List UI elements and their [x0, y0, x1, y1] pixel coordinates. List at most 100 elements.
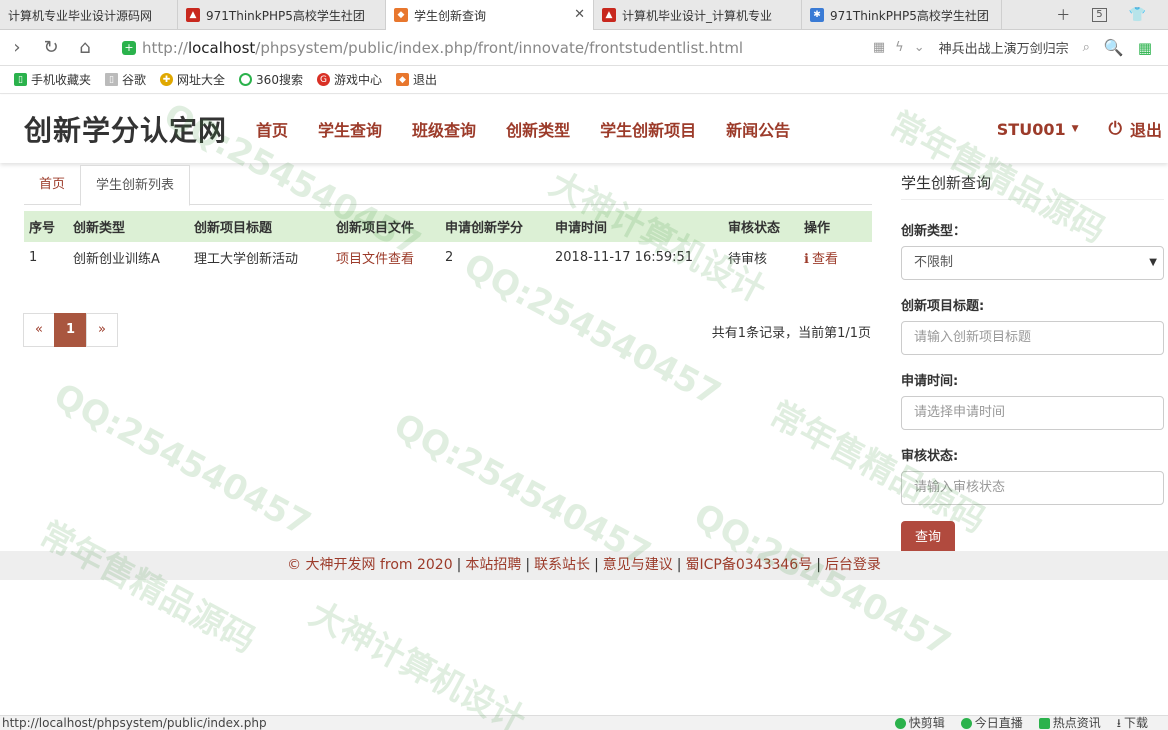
tab-count-badge[interactable]: 5 [1092, 7, 1107, 22]
status-item-news[interactable]: 热点资讯 [1038, 716, 1101, 730]
bookmark-label: 网址大全 [177, 73, 226, 87]
status-label: 下载 [1123, 716, 1148, 730]
search-hint[interactable]: 神兵出战上演万剑归宗 [939, 38, 1069, 57]
bookmark-label: 谷歌 [122, 73, 147, 87]
site-brand[interactable]: 创新学分认定网 [24, 109, 227, 149]
shirt-icon[interactable]: 👕 [1129, 7, 1146, 23]
status-label: 快剪辑 [908, 716, 945, 730]
watermark: 常年售精品源码 [32, 514, 262, 662]
tab-student-innovation-list[interactable]: 学生创新列表 [80, 165, 191, 206]
bookmark-site-directory[interactable]: ✚ 网址大全 [160, 71, 225, 88]
time-label: 申请时间: [901, 374, 959, 389]
col-header: 操作 [799, 211, 872, 242]
bookmark-label: 手机收藏夹 [31, 73, 92, 87]
footer-link-icp[interactable]: 蜀ICP备0343346号 [686, 557, 813, 573]
bookmark-label: 游戏中心 [333, 73, 382, 87]
cell-credit: 2 [445, 250, 454, 265]
bookmark-360-search[interactable]: 360搜索 [239, 71, 303, 88]
status-label: 今日直播 [974, 716, 1023, 730]
bookmark-google[interactable]: ▯ 谷歌 [105, 71, 146, 88]
browser-tab-strip: 计算机专业毕业设计源码网 ▲ 971ThinkPHP5高校学生社团 ◆ 学生创新… [0, 0, 1168, 30]
col-header: 审核状态 [723, 211, 799, 242]
info-icon: ℹ [804, 252, 809, 267]
browser-tab-5[interactable]: ✱ 971ThinkPHP5高校学生社团 [802, 0, 1002, 30]
nav-home[interactable]: 首页 [241, 117, 303, 141]
type-label: 创新类型： [901, 224, 967, 239]
tab-title: 计算机毕业设计_计算机专业 [622, 8, 773, 23]
address-bar-row: › ↻ ⌂ + http://localhost/phpsystem/publi… [0, 30, 1168, 66]
watermark: 大神计算机设计 [302, 594, 532, 730]
logout-link[interactable]: 退出 [1130, 117, 1162, 141]
nav-student-query[interactable]: 学生查询 [303, 117, 397, 141]
status-label: 审核状态: [901, 449, 959, 464]
news-icon [1038, 717, 1050, 729]
prev-page-button[interactable]: « [23, 313, 55, 347]
url-host: localhost [187, 38, 256, 57]
game-icon: G [316, 73, 330, 86]
type-select[interactable]: 不限制 ▼ [901, 246, 1164, 280]
main-nav: 首页 学生查询 班级查询 创新类型 学生创新项目 新闻公告 [241, 117, 805, 141]
site-favicon-icon: ▲ [186, 8, 200, 22]
search-icon[interactable]: ⌕ [1083, 40, 1090, 55]
col-header: 序号 [24, 211, 68, 242]
status-item-live[interactable]: 今日直播 [960, 716, 1023, 730]
status-input[interactable]: 请输入审核状态 [901, 471, 1164, 505]
nav-innovation-type[interactable]: 创新类型 [491, 117, 585, 141]
cell-no: 1 [29, 250, 38, 265]
home-icon[interactable]: ⌂ [68, 37, 102, 58]
col-header: 创新项目文件 [331, 211, 440, 242]
bookmark-exit[interactable]: ◆ 退出 [395, 71, 437, 88]
new-tab-icon[interactable]: ＋ [1056, 5, 1070, 25]
cell-title: 理工大学创新活动 [194, 252, 299, 267]
tab-title: 971ThinkPHP5高校学生社团 [206, 8, 365, 23]
apps-grid-icon[interactable]: ▦ [1138, 39, 1152, 57]
refresh-icon[interactable]: ↻ [34, 37, 68, 58]
browser-status-bar: http://localhost/phpsystem/public/index.… [0, 715, 1168, 730]
status-item-download[interactable]: ⭳ 下载 [1117, 716, 1148, 730]
project-file-link[interactable]: 项目文件查看 [336, 252, 414, 267]
site-footer: © 大神开发网 from 2020 | 本站招聘 | 联系站长 | 意见与建议 | 蜀ICP备0… [0, 551, 1168, 580]
chevron-down-icon[interactable]: ⌄ [914, 40, 925, 55]
power-icon[interactable]: ⏻ [1109, 119, 1122, 139]
user-menu[interactable]: STU001 [997, 120, 1066, 139]
query-button[interactable]: 查询 [901, 521, 955, 555]
footer-link-feedback[interactable]: 意见与建议 [603, 557, 673, 573]
tab-title: 学生创新查询 [414, 8, 487, 23]
nav-news[interactable]: 新闻公告 [711, 117, 805, 141]
close-tab-icon[interactable]: ✕ [574, 7, 585, 22]
secure-shield-icon: + [122, 40, 136, 55]
nav-student-projects[interactable]: 学生创新项目 [585, 117, 711, 141]
cell-status: 待审核 [728, 252, 768, 267]
table-row: 1 创新创业训练A 理工大学创新活动 项目文件查看 2 2018-11-17 1… [24, 242, 872, 273]
browser-tab-4[interactable]: ▲ 计算机毕业设计_计算机专业 [594, 0, 802, 30]
bookmark-game-center[interactable]: G 游戏中心 [316, 71, 382, 88]
time-input[interactable]: 请选择申请时间 [901, 396, 1164, 430]
type-select-value: 不限制 [914, 255, 954, 270]
nav-class-query[interactable]: 班级查询 [397, 117, 491, 141]
bookmark-label: 360搜索 [256, 73, 303, 87]
bookmark-mobile[interactable]: ▯ 手机收藏夹 [14, 71, 91, 88]
browser-tab-1[interactable]: 计算机专业毕业设计源码网 [0, 0, 178, 30]
footer-link-jobs[interactable]: 本站招聘 [465, 557, 521, 573]
scissors-icon [894, 717, 906, 729]
current-page-button[interactable]: 1 [53, 313, 88, 347]
lightning-icon[interactable]: ϟ [895, 40, 904, 55]
caret-down-icon[interactable]: ▼ [1072, 124, 1079, 134]
tab-home[interactable]: 首页 [24, 165, 80, 205]
search-sidebar: 学生创新查询 创新类型： 不限制 ▼ 创新项目标题: 请输入创新项目标题 申请时… [901, 166, 1164, 555]
forward-icon[interactable]: › [0, 37, 34, 58]
site-favicon-icon: ▲ [602, 8, 616, 22]
footer-link-admin-login[interactable]: 后台登录 [825, 557, 881, 573]
col-header: 申请创新学分 [440, 211, 550, 242]
next-page-button[interactable]: » [86, 313, 118, 347]
status-item-clip[interactable]: 快剪辑 [894, 716, 945, 730]
search-button-icon[interactable]: 🔍 [1104, 38, 1124, 57]
qr-code-icon[interactable]: ▦ [873, 40, 885, 55]
title-input[interactable]: 请输入创新项目标题 [901, 321, 1164, 355]
browser-tab-2[interactable]: ▲ 971ThinkPHP5高校学生社团 [178, 0, 386, 30]
url-field[interactable]: + http://localhost/phpsystem/public/inde… [122, 39, 842, 57]
tab-title: 计算机专业毕业设计源码网 [8, 8, 153, 23]
browser-tab-active[interactable]: ◆ 学生创新查询 ✕ [386, 0, 594, 30]
footer-link-contact[interactable]: 联系站长 [534, 557, 590, 573]
view-button[interactable]: ℹ 查看 [804, 252, 838, 267]
